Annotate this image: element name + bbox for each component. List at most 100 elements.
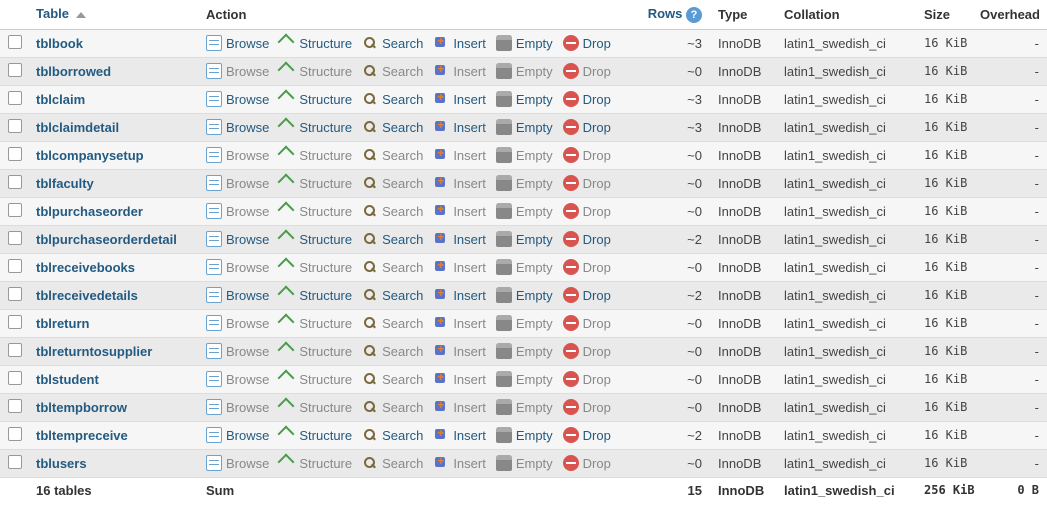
action-search[interactable]: Search — [362, 287, 423, 303]
action-search[interactable]: Search — [362, 91, 423, 107]
table-name-link[interactable]: tblreceivebooks — [36, 260, 135, 275]
table-name-link[interactable]: tblreturn — [36, 316, 89, 331]
help-icon[interactable] — [686, 7, 702, 23]
action-insert[interactable]: Insert — [433, 91, 486, 107]
row-checkbox[interactable] — [8, 259, 22, 273]
table-name-link[interactable]: tblclaimdetail — [36, 120, 119, 135]
action-drop[interactable]: Drop — [563, 147, 611, 163]
table-name-link[interactable]: tbltempborrow — [36, 400, 127, 415]
action-drop[interactable]: Drop — [563, 63, 611, 79]
action-search[interactable]: Search — [362, 427, 423, 443]
action-structure[interactable]: Structure — [279, 259, 352, 275]
table-name-link[interactable]: tblstudent — [36, 372, 99, 387]
action-structure[interactable]: Structure — [279, 287, 352, 303]
table-name-link[interactable]: tblcompanysetup — [36, 148, 144, 163]
action-structure[interactable]: Structure — [279, 147, 352, 163]
action-search[interactable]: Search — [362, 231, 423, 247]
action-drop[interactable]: Drop — [563, 371, 611, 387]
action-search[interactable]: Search — [362, 35, 423, 51]
row-checkbox[interactable] — [8, 231, 22, 245]
row-checkbox[interactable] — [8, 91, 22, 105]
table-name-link[interactable]: tblreturntosupplier — [36, 344, 152, 359]
row-checkbox[interactable] — [8, 371, 22, 385]
row-checkbox[interactable] — [8, 343, 22, 357]
action-structure[interactable]: Structure — [279, 203, 352, 219]
table-name-link[interactable]: tblpurchaseorder — [36, 204, 143, 219]
row-checkbox[interactable] — [8, 175, 22, 189]
action-insert[interactable]: Insert — [433, 203, 486, 219]
action-drop[interactable]: Drop — [563, 203, 611, 219]
table-name-link[interactable]: tblborrowed — [36, 64, 111, 79]
table-name-link[interactable]: tblpurchaseorderdetail — [36, 232, 177, 247]
action-browse[interactable]: Browse — [206, 231, 269, 247]
action-insert[interactable]: Insert — [433, 427, 486, 443]
action-insert[interactable]: Insert — [433, 371, 486, 387]
action-insert[interactable]: Insert — [433, 35, 486, 51]
action-drop[interactable]: Drop — [563, 175, 611, 191]
action-insert[interactable]: Insert — [433, 259, 486, 275]
action-empty[interactable]: Empty — [496, 287, 553, 303]
action-insert[interactable]: Insert — [433, 147, 486, 163]
header-size[interactable]: Size — [916, 0, 972, 29]
action-drop[interactable]: Drop — [563, 427, 611, 443]
row-checkbox[interactable] — [8, 427, 22, 441]
action-structure[interactable]: Structure — [279, 63, 352, 79]
action-structure[interactable]: Structure — [279, 231, 352, 247]
header-collation[interactable]: Collation — [776, 0, 916, 29]
action-browse[interactable]: Browse — [206, 287, 269, 303]
action-drop[interactable]: Drop — [563, 315, 611, 331]
action-structure[interactable]: Structure — [279, 343, 352, 359]
action-empty[interactable]: Empty — [496, 427, 553, 443]
action-empty[interactable]: Empty — [496, 91, 553, 107]
action-drop[interactable]: Drop — [563, 455, 611, 471]
action-insert[interactable]: Insert — [433, 399, 486, 415]
action-structure[interactable]: Structure — [279, 35, 352, 51]
action-drop[interactable]: Drop — [563, 259, 611, 275]
table-name-link[interactable]: tblusers — [36, 456, 87, 471]
row-checkbox[interactable] — [8, 147, 22, 161]
action-insert[interactable]: Insert — [433, 315, 486, 331]
action-structure[interactable]: Structure — [279, 399, 352, 415]
action-insert[interactable]: Insert — [433, 455, 486, 471]
table-name-link[interactable]: tbltempreceive — [36, 428, 128, 443]
header-rows[interactable]: Rows — [638, 0, 710, 29]
action-drop[interactable]: Drop — [563, 35, 611, 51]
action-empty[interactable]: Empty — [496, 231, 553, 247]
action-structure[interactable]: Structure — [279, 175, 352, 191]
action-browse[interactable]: Browse — [206, 35, 269, 51]
table-name-link[interactable]: tblfaculty — [36, 176, 94, 191]
action-insert[interactable]: Insert — [433, 231, 486, 247]
action-insert[interactable]: Insert — [433, 119, 486, 135]
action-empty[interactable]: Empty — [496, 35, 553, 51]
row-checkbox[interactable] — [8, 315, 22, 329]
action-structure[interactable]: Structure — [279, 455, 352, 471]
action-drop[interactable]: Drop — [563, 231, 611, 247]
action-insert[interactable]: Insert — [433, 343, 486, 359]
action-browse[interactable]: Browse — [206, 119, 269, 135]
row-checkbox[interactable] — [8, 63, 22, 77]
action-structure[interactable]: Structure — [279, 427, 352, 443]
action-insert[interactable]: Insert — [433, 175, 486, 191]
row-checkbox[interactable] — [8, 399, 22, 413]
action-empty[interactable]: Empty — [496, 119, 553, 135]
action-drop[interactable]: Drop — [563, 399, 611, 415]
row-checkbox[interactable] — [8, 203, 22, 217]
action-search[interactable]: Search — [362, 119, 423, 135]
table-name-link[interactable]: tblbook — [36, 36, 83, 51]
header-type[interactable]: Type — [710, 0, 776, 29]
action-structure[interactable]: Structure — [279, 371, 352, 387]
action-browse[interactable]: Browse — [206, 427, 269, 443]
row-checkbox[interactable] — [8, 119, 22, 133]
action-structure[interactable]: Structure — [279, 91, 352, 107]
row-checkbox[interactable] — [8, 287, 22, 301]
action-drop[interactable]: Drop — [563, 287, 611, 303]
action-insert[interactable]: Insert — [433, 63, 486, 79]
action-structure[interactable]: Structure — [279, 119, 352, 135]
action-structure[interactable]: Structure — [279, 315, 352, 331]
action-drop[interactable]: Drop — [563, 119, 611, 135]
row-checkbox[interactable] — [8, 455, 22, 469]
header-table[interactable]: Table — [28, 0, 198, 29]
table-name-link[interactable]: tblreceivedetails — [36, 288, 138, 303]
action-insert[interactable]: Insert — [433, 287, 486, 303]
action-drop[interactable]: Drop — [563, 91, 611, 107]
